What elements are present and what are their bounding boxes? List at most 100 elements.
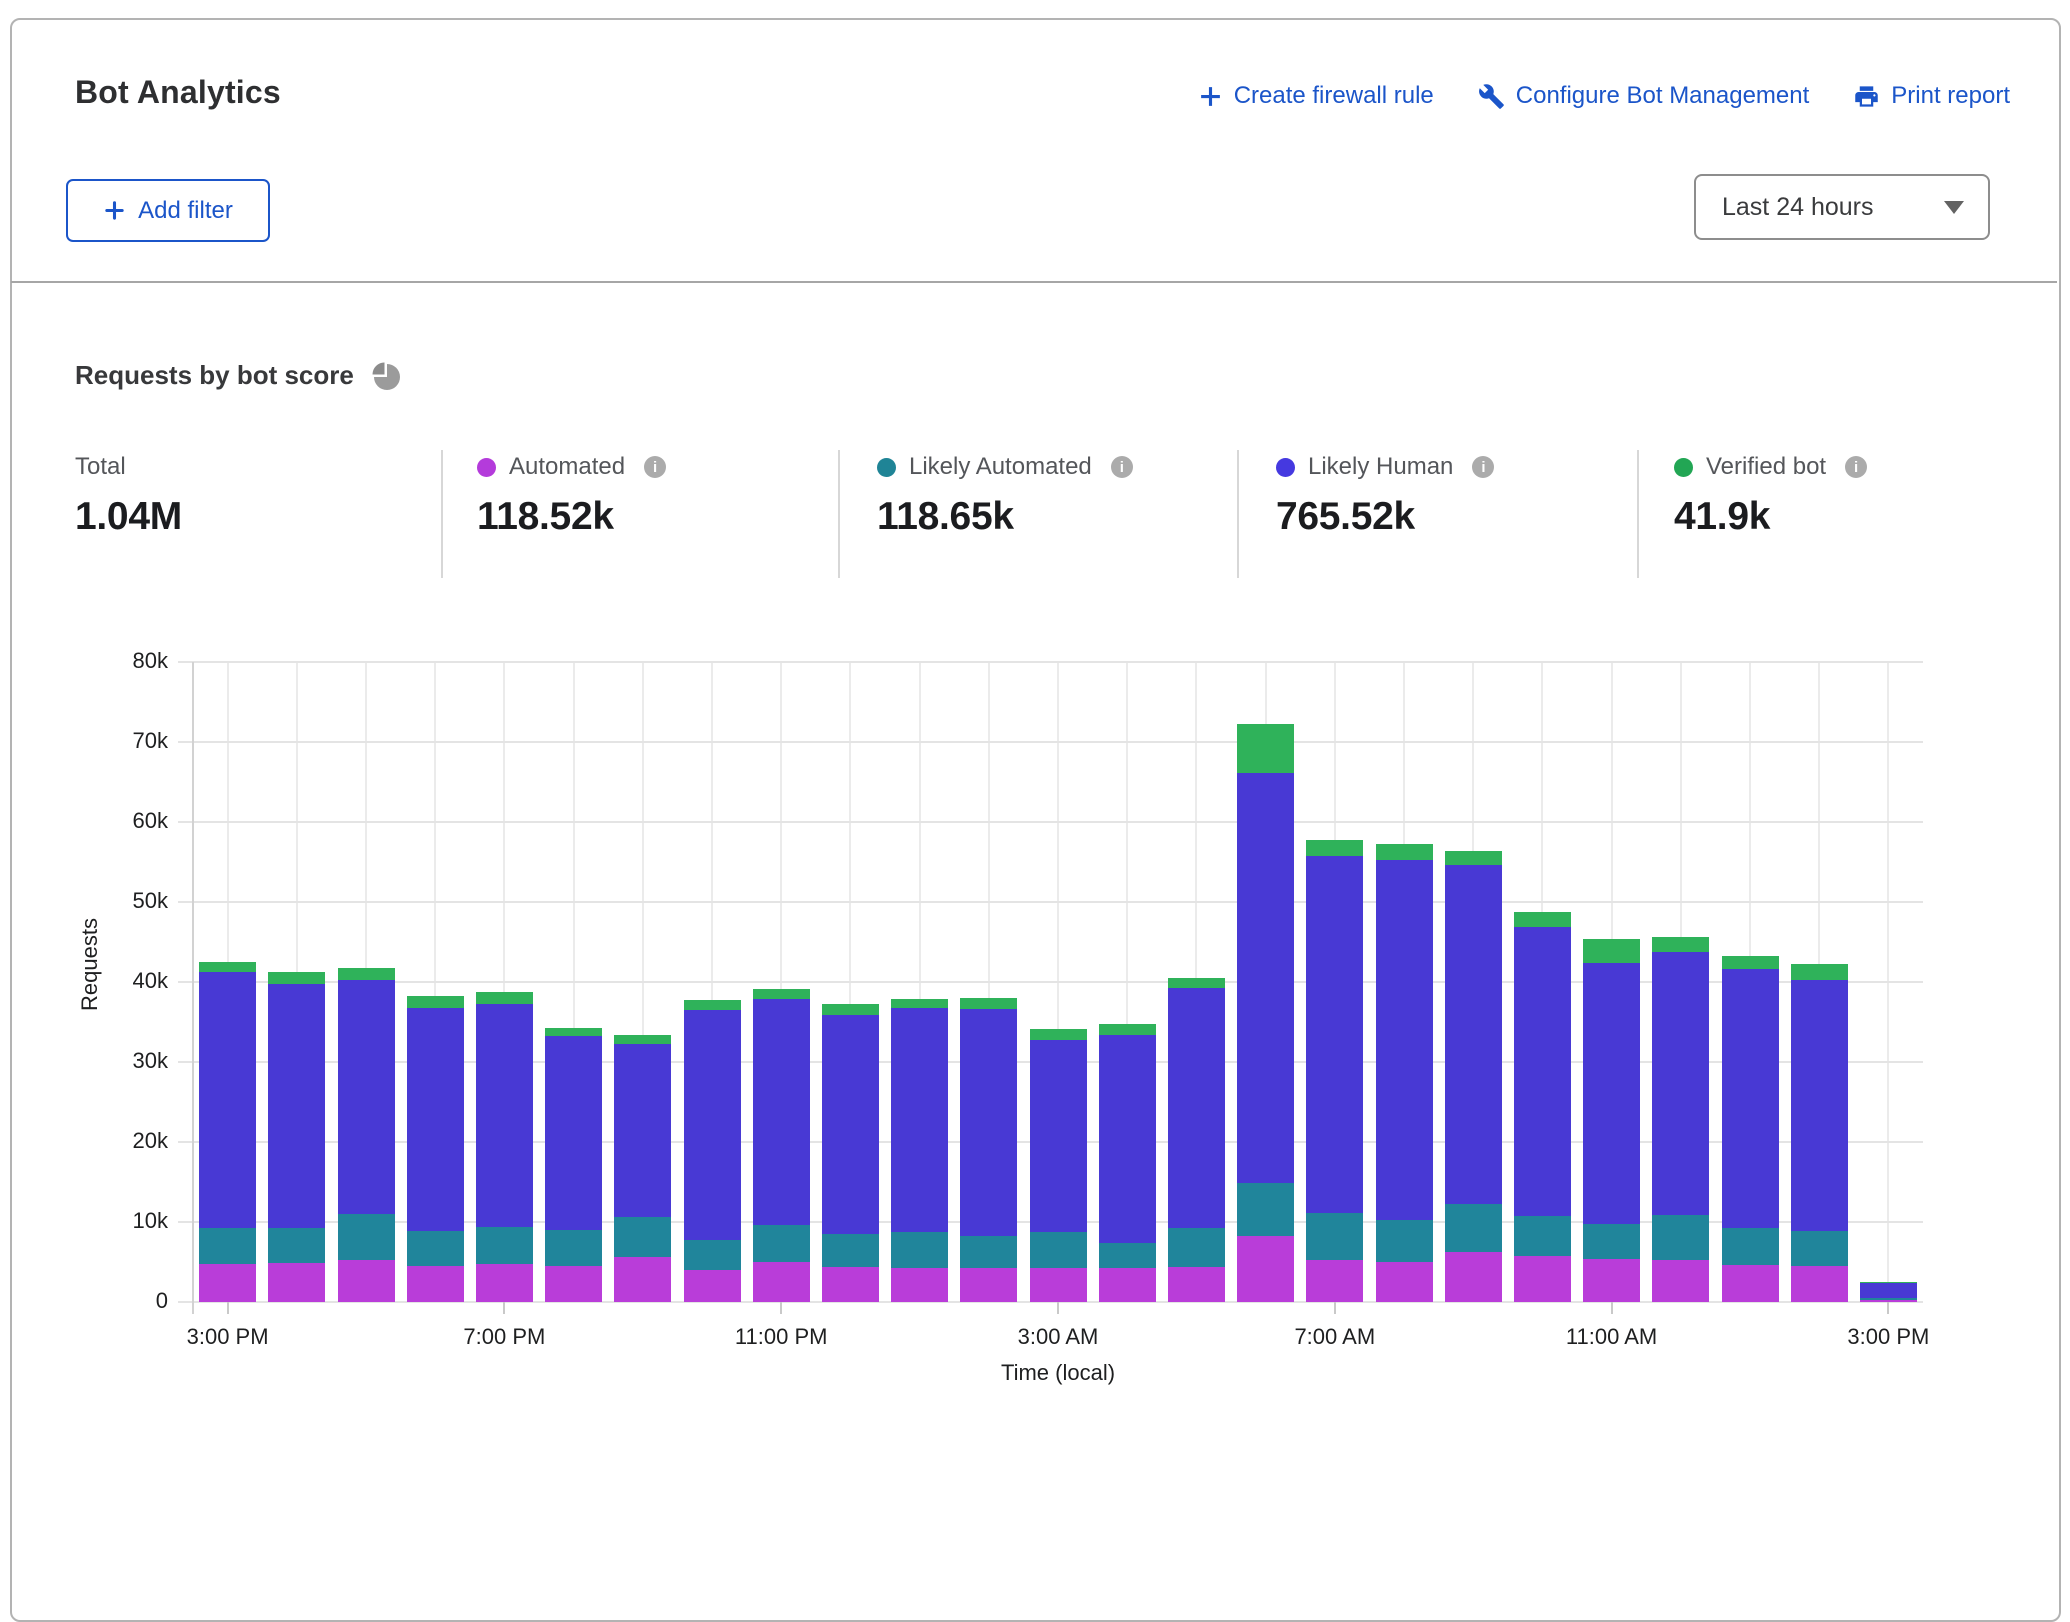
bar-segment-verified-bot xyxy=(1168,978,1225,988)
bar-segment-likely-human xyxy=(1445,865,1502,1204)
stat-divider xyxy=(1637,450,1639,578)
info-icon[interactable]: i xyxy=(644,456,666,478)
stat-label: Likely Automated xyxy=(909,453,1092,481)
bar-segment-likely-human xyxy=(1722,969,1779,1228)
bar-segment-automated xyxy=(1791,1266,1848,1302)
bar-segment-verified-bot xyxy=(822,1004,879,1014)
y-axis-line xyxy=(192,662,194,1314)
bar-segment-verified-bot xyxy=(753,989,810,999)
bar-segment-likely-human xyxy=(891,1008,948,1232)
bar-segment-likely-automated xyxy=(545,1230,602,1266)
legend-dot xyxy=(477,458,496,477)
info-icon[interactable]: i xyxy=(1472,456,1494,478)
y-tick-label: 20k xyxy=(98,1128,168,1154)
bar-segment-automated xyxy=(407,1266,464,1302)
plus-icon xyxy=(1198,84,1223,109)
bar-segment-verified-bot xyxy=(960,998,1017,1009)
printer-icon xyxy=(1853,83,1880,110)
bar-segment-automated xyxy=(1514,1256,1571,1302)
x-tick xyxy=(780,1302,782,1314)
stat-label: Likely Human xyxy=(1308,453,1453,481)
h-gridline xyxy=(178,901,1923,903)
bar-segment-likely-human xyxy=(1099,1035,1156,1243)
stat-value: 1.04M xyxy=(75,495,182,539)
bar-segment-likely-automated xyxy=(199,1228,256,1264)
y-tick-label: 30k xyxy=(98,1048,168,1074)
create-firewall-rule-link[interactable]: Create firewall rule xyxy=(1198,82,1434,110)
bar-segment-likely-automated xyxy=(1514,1216,1571,1256)
bar-segment-likely-human xyxy=(338,980,395,1214)
bar-segment-likely-human xyxy=(1030,1040,1087,1231)
stat-value: 41.9k xyxy=(1674,495,1867,539)
stat-verified-bot: Verified bot i 41.9k xyxy=(1674,452,1867,539)
stat-divider xyxy=(441,450,443,578)
bar-segment-likely-human xyxy=(545,1036,602,1230)
h-gridline xyxy=(178,741,1923,743)
bar-segment-likely-automated xyxy=(614,1217,671,1257)
bar-segment-verified-bot xyxy=(1791,964,1848,979)
bar-segment-likely-human xyxy=(1791,980,1848,1231)
legend-dot xyxy=(877,458,896,477)
bar-segment-automated xyxy=(960,1268,1017,1302)
add-filter-button[interactable]: Add filter xyxy=(66,179,270,242)
bar-segment-likely-automated xyxy=(1722,1228,1779,1265)
bar-segment-verified-bot xyxy=(476,992,533,1004)
bar-segment-verified-bot xyxy=(199,962,256,972)
bar-segment-likely-human xyxy=(1652,952,1709,1214)
section-title: Requests by bot score xyxy=(75,360,354,391)
bar-segment-verified-bot xyxy=(1030,1029,1087,1040)
bar-segment-automated xyxy=(545,1266,602,1302)
bar-segment-likely-automated xyxy=(407,1231,464,1266)
stat-likely-human: Likely Human i 765.52k xyxy=(1276,452,1494,539)
bar-segment-likely-automated xyxy=(338,1214,395,1260)
bar-segment-likely-automated xyxy=(822,1234,879,1267)
configure-bot-management-link[interactable]: Configure Bot Management xyxy=(1478,82,1810,110)
section-heading: Requests by bot score xyxy=(75,360,400,391)
h-gridline xyxy=(178,661,1923,663)
bar-segment-verified-bot xyxy=(1722,956,1779,970)
bar-segment-automated xyxy=(1168,1267,1225,1302)
pie-chart-icon xyxy=(372,362,400,390)
y-tick-label: 40k xyxy=(98,968,168,994)
x-axis-title: Time (local) xyxy=(958,1360,1158,1386)
stat-automated: Automatedi118.52k xyxy=(477,452,666,539)
bar-segment-automated xyxy=(1237,1236,1294,1302)
x-tick xyxy=(227,1302,229,1314)
bar-segment-verified-bot xyxy=(1514,912,1571,927)
x-tick-label: 7:00 PM xyxy=(424,1324,584,1350)
stat-label: Verified bot xyxy=(1706,453,1826,481)
bar-segment-likely-automated xyxy=(684,1240,741,1270)
y-tick-label: 0 xyxy=(98,1288,168,1314)
time-range-select[interactable]: Last 24 hours xyxy=(1694,174,1990,240)
info-icon[interactable]: i xyxy=(1111,456,1133,478)
legend-dot xyxy=(1276,458,1295,477)
bar-segment-automated xyxy=(476,1264,533,1302)
h-gridline xyxy=(178,821,1923,823)
bar-segment-likely-automated xyxy=(1583,1224,1640,1259)
chevron-down-icon xyxy=(1944,201,1964,214)
stat-value: 765.52k xyxy=(1276,495,1494,539)
bar-segment-likely-human xyxy=(1514,927,1571,1217)
bar-segment-automated xyxy=(1722,1265,1779,1302)
bar-segment-automated xyxy=(1583,1259,1640,1302)
x-tick xyxy=(1887,1302,1889,1314)
bar-segment-likely-human xyxy=(268,984,325,1228)
y-tick-label: 80k xyxy=(98,648,168,674)
stat-value: 118.65k xyxy=(877,495,1133,539)
page-title: Bot Analytics xyxy=(75,74,281,111)
bar-segment-verified-bot xyxy=(1652,937,1709,952)
bar-segment-automated xyxy=(1099,1268,1156,1302)
bar-segment-likely-automated xyxy=(1237,1183,1294,1237)
bar-segment-verified-bot xyxy=(1583,939,1640,963)
print-report-link[interactable]: Print report xyxy=(1853,82,2010,110)
y-tick-label: 50k xyxy=(98,888,168,914)
info-icon[interactable]: i xyxy=(1845,456,1867,478)
bar-segment-verified-bot xyxy=(338,968,395,980)
bar-segment-likely-human xyxy=(199,972,256,1228)
y-tick-label: 70k xyxy=(98,728,168,754)
x-tick-label: 7:00 AM xyxy=(1255,1324,1415,1350)
bar-segment-automated xyxy=(822,1267,879,1302)
x-tick xyxy=(1057,1302,1059,1314)
bar-segment-likely-automated xyxy=(1652,1215,1709,1261)
bar-segment-verified-bot xyxy=(1099,1024,1156,1034)
